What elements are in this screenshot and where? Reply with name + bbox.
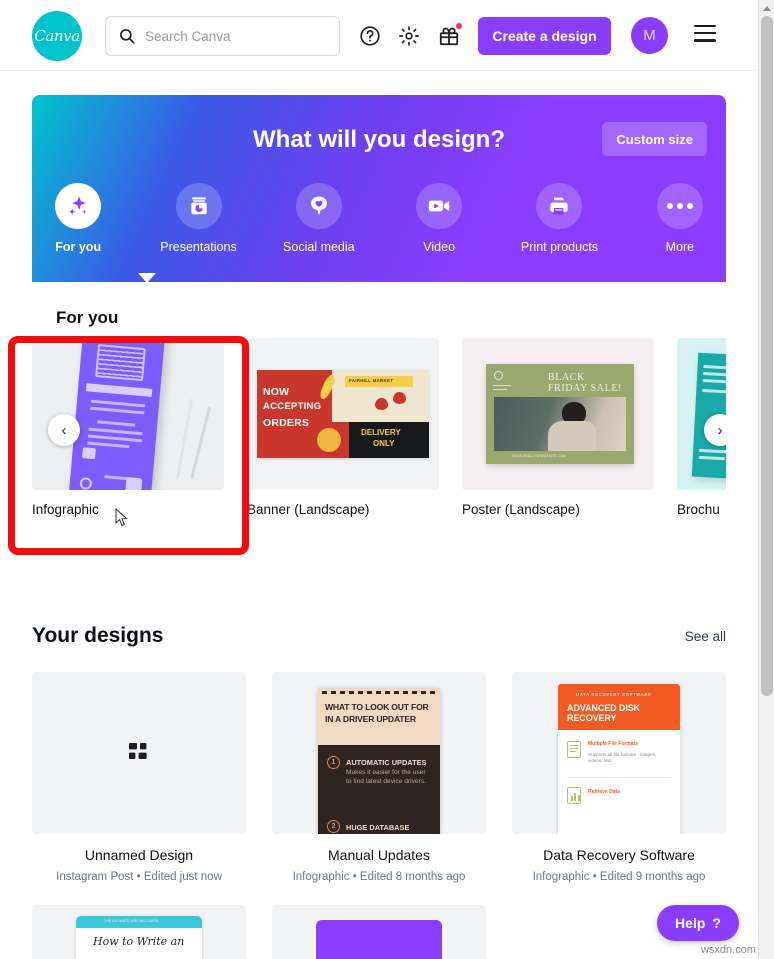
design-name: Unnamed Design bbox=[84, 847, 194, 863]
scrollbar-up-arrow[interactable] bbox=[759, 0, 774, 16]
carousel-prev-button[interactable]: ‹ bbox=[48, 414, 80, 446]
create-a-design-button[interactable]: Create a design bbox=[478, 17, 611, 55]
presentation-chart-icon bbox=[190, 197, 207, 215]
disk-recovery-art: DATA RECOVERY SOFTWARE ADVANCED DISK REC… bbox=[558, 684, 680, 834]
help-button-label: Help bbox=[675, 915, 706, 931]
category-row: For you Presentations Social media Video… bbox=[32, 183, 726, 273]
design-card[interactable]: DATA RECOVERY SOFTWARE ADVANCED DISK REC… bbox=[512, 672, 726, 883]
category-label: Print products bbox=[520, 240, 599, 254]
see-all-link[interactable]: See all bbox=[685, 629, 726, 644]
search-bar[interactable] bbox=[105, 16, 340, 56]
category-label: Presentations bbox=[160, 240, 237, 254]
notebook-art-title: WHAT TO LOOK OUT FOR IN A DRIVER UPDATER bbox=[325, 702, 429, 724]
banner-tag-text: FAIRHILL MARKET bbox=[349, 378, 394, 383]
design-thumbnail: DATA RECOVERY SOFTWARE ADVANCED DISK REC… bbox=[512, 672, 726, 834]
design-meta: Infographic • Edited 9 months ago bbox=[532, 871, 706, 883]
category-more[interactable]: More bbox=[634, 183, 726, 273]
design-name: Data Recovery Software bbox=[543, 847, 695, 863]
design-meta: Instagram Post • Edited just now bbox=[56, 871, 222, 883]
art-title: ADVANCED DISK RECOVERY bbox=[567, 703, 641, 723]
design-name: Manual Updates bbox=[328, 847, 430, 863]
help-circle-icon[interactable] bbox=[359, 25, 381, 47]
design-thumbnail bbox=[32, 672, 246, 834]
scrollbar-thumb[interactable] bbox=[761, 16, 773, 696]
gift-icon[interactable] bbox=[438, 23, 462, 47]
search-icon bbox=[120, 29, 135, 44]
canva-homepage: Canva Create a design bbox=[0, 0, 774, 959]
vertical-scrollbar[interactable] bbox=[758, 0, 774, 959]
how-to-write-art: THE ULTIMATE WRITING GUIDE How to Write … bbox=[76, 916, 202, 959]
avatar[interactable]: M bbox=[631, 17, 668, 54]
design-card[interactable]: WHAT TO LOOK OUT FOR IN A DRIVER UPDATER … bbox=[272, 672, 486, 883]
question-mark-icon: ? bbox=[712, 915, 721, 931]
canva-logo[interactable]: Canva bbox=[32, 11, 82, 61]
video-camera-icon-wrap bbox=[416, 183, 463, 229]
banner-art: FAIRHILL MARKET NOW ACCEPTING ORDERS DEL… bbox=[247, 338, 439, 490]
heart-pin-icon bbox=[310, 196, 327, 216]
art-eyebrow: DATA RECOVERY SOFTWARE bbox=[576, 692, 652, 697]
notification-dot bbox=[456, 23, 462, 29]
notebook-art: WHAT TO LOOK OUT FOR IN A DRIVER UPDATER … bbox=[318, 688, 440, 834]
template-thumbnail: FAIRHILL MARKET NOW ACCEPTING ORDERS DEL… bbox=[247, 338, 439, 490]
heart-pin-icon-wrap bbox=[295, 183, 342, 229]
watermark: wsxdn.com bbox=[701, 944, 762, 956]
category-print-products[interactable]: Print products bbox=[513, 183, 605, 273]
template-card[interactable]: BLACK FRIDAY SALE! WWW.REALLYGREATSITE.C… bbox=[462, 338, 654, 517]
category-social-media[interactable]: Social media bbox=[273, 183, 365, 273]
art-eyebrow: THE ULTIMATE WRITING GUIDE bbox=[104, 919, 159, 924]
template-thumbnail: BLACK FRIDAY SALE! WWW.REALLYGREATSITE.C… bbox=[462, 338, 654, 490]
sparkles-icon bbox=[69, 196, 87, 215]
category-video[interactable]: Video bbox=[393, 183, 485, 273]
mouse-cursor bbox=[115, 508, 128, 527]
top-header: Canva Create a design bbox=[0, 0, 758, 71]
your-designs-title: Your designs bbox=[32, 624, 164, 647]
template-label: Infographic bbox=[32, 502, 99, 517]
category-label: For you bbox=[55, 240, 102, 254]
printer-icon bbox=[550, 197, 569, 215]
help-button[interactable]: Help ? bbox=[657, 905, 739, 941]
designs-grid-next-row: THE ULTIMATE WRITING GUIDE How to Write … bbox=[32, 905, 726, 959]
purple-block-art bbox=[316, 920, 442, 959]
sparkles-icon-wrap bbox=[55, 183, 102, 229]
poster-art: BLACK FRIDAY SALE! WWW.REALLYGREATSITE.C… bbox=[462, 338, 654, 490]
search-input[interactable] bbox=[145, 28, 315, 44]
hero-banner: What will you design? Custom size For yo… bbox=[32, 95, 726, 282]
grid-placeholder-icon bbox=[129, 743, 147, 759]
presentation-chart-icon-wrap bbox=[175, 183, 222, 229]
category-label: Social media bbox=[283, 240, 355, 254]
designs-grid: Unnamed Design Instagram Post • Edited j… bbox=[32, 672, 726, 883]
video-camera-icon bbox=[428, 200, 450, 212]
for-you-panel: For you Infographic FAIRHILL MARKET NOW … bbox=[32, 273, 726, 565]
art-title: How to Write an bbox=[93, 935, 185, 948]
template-label: Brochu bbox=[677, 502, 720, 517]
design-card[interactable]: Unnamed Design Instagram Post • Edited j… bbox=[32, 672, 246, 883]
hamburger-menu-icon[interactable] bbox=[694, 25, 716, 45]
template-card[interactable]: FAIRHILL MARKET NOW ACCEPTING ORDERS DEL… bbox=[247, 338, 439, 517]
design-thumbnail[interactable]: THE ULTIMATE WRITING GUIDE How to Write … bbox=[32, 905, 246, 959]
design-meta: Infographic • Edited 8 months ago bbox=[292, 871, 466, 883]
category-for-you[interactable]: For you bbox=[32, 183, 124, 273]
carousel-track: Infographic FAIRHILL MARKET NOW ACCEPTIN… bbox=[32, 338, 726, 517]
ellipsis-icon bbox=[666, 203, 693, 209]
canva-logo-text: Canva bbox=[34, 27, 80, 45]
design-thumbnail[interactable] bbox=[272, 905, 486, 959]
category-label: Video bbox=[423, 240, 456, 254]
template-label: Poster (Landscape) bbox=[462, 502, 580, 517]
custom-size-button[interactable]: Custom size bbox=[602, 122, 707, 156]
category-label: More bbox=[665, 240, 695, 254]
template-label: Banner (Landscape) bbox=[247, 502, 370, 517]
template-carousel: Infographic FAIRHILL MARKET NOW ACCEPTIN… bbox=[32, 338, 726, 536]
ellipsis-icon-wrap bbox=[656, 183, 703, 229]
printer-icon-wrap bbox=[536, 183, 583, 229]
for-you-title: For you bbox=[56, 308, 119, 327]
category-presentations[interactable]: Presentations bbox=[152, 183, 244, 273]
poster-headline: BLACK FRIDAY SALE! bbox=[548, 372, 622, 394]
gear-icon[interactable] bbox=[398, 25, 420, 47]
design-thumbnail: WHAT TO LOOK OUT FOR IN A DRIVER UPDATER … bbox=[272, 672, 486, 834]
